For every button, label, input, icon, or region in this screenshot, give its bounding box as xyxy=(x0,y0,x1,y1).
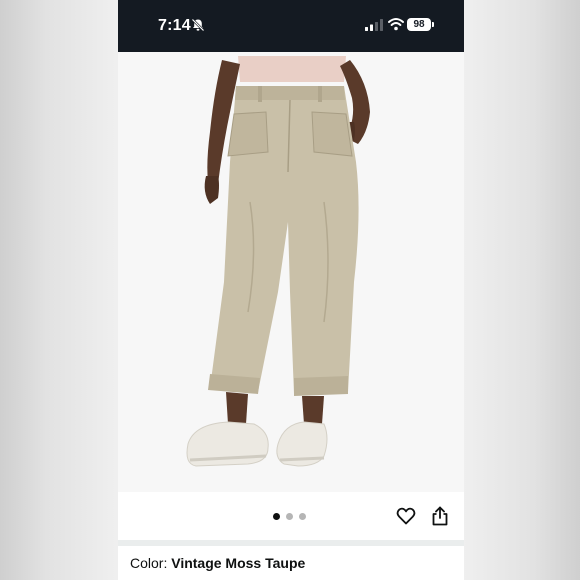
battery-tip xyxy=(432,22,434,27)
phone-screen: 7:14 98 Color: Vintage Moss Taupe xyxy=(118,0,464,580)
status-time: 7:14 xyxy=(158,17,191,34)
image-carousel-controls xyxy=(118,492,464,540)
color-label: Color: xyxy=(130,555,172,571)
color-variation[interactable]: Color: Vintage Moss Taupe xyxy=(130,555,305,571)
battery-icon: 98 xyxy=(407,18,431,31)
carousel-dot-1[interactable] xyxy=(273,513,280,520)
product-photo[interactable] xyxy=(118,52,464,492)
carousel-dot-2[interactable] xyxy=(286,513,293,520)
heart-icon[interactable] xyxy=(396,506,416,526)
cellular-signal-icon xyxy=(365,19,383,31)
carousel-dot-3[interactable] xyxy=(299,513,306,520)
wifi-icon xyxy=(388,18,404,31)
pants-illustration xyxy=(186,56,370,467)
status-bar: 7:14 98 xyxy=(118,0,464,52)
section-divider xyxy=(118,540,464,546)
silent-bell-icon xyxy=(191,18,205,32)
color-value: Vintage Moss Taupe xyxy=(171,555,306,571)
carousel-dots xyxy=(273,513,306,520)
share-icon[interactable] xyxy=(431,506,449,526)
